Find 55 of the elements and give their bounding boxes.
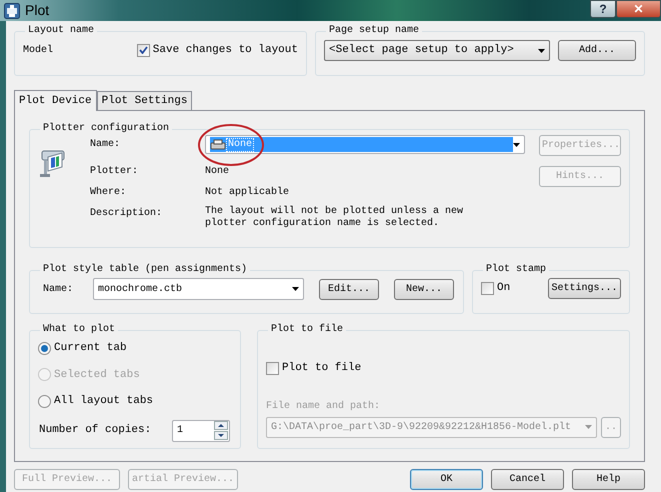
button[interactable]: Help [572, 469, 645, 490]
group-label: Plot style table (pen assignments) [42, 264, 248, 276]
dropdown-value: None [226, 138, 254, 152]
window-title: Plot [25, 1, 50, 20]
radio-button[interactable] [38, 394, 51, 408]
button[interactable]: OK [410, 469, 483, 490]
group-label: Plot to file [270, 324, 344, 336]
caret-icon [585, 425, 592, 429]
button[interactable]: Add... [558, 40, 636, 61]
radio-label: Selected tabs [54, 368, 140, 382]
field-value: None [205, 165, 230, 179]
radio-label: All layout tabs [54, 394, 154, 409]
save-changes-checkbox-label: Save changes to layout [152, 43, 298, 58]
page-setup-dropdown[interactable]: <Select page setup to apply> [324, 40, 550, 61]
spin-up-icon [214, 421, 228, 430]
stamp-on-checkbox[interactable] [481, 282, 494, 295]
group-label: Plot stamp [485, 264, 548, 276]
dropdown-value: <Select page setup to apply> [329, 43, 514, 58]
group-label: Page setup name [328, 25, 420, 37]
help-button[interactable]: ? [590, 0, 616, 18]
radio-button[interactable] [38, 342, 51, 355]
spin-down-icon [214, 431, 228, 440]
dropdown-value: G:\DATA\proe_part\3D-9\92209&92212&H1856-Model.plt [271, 420, 572, 434]
field-label: Name: [42, 282, 74, 296]
caret-icon [292, 287, 299, 291]
button[interactable]: Edit... [319, 278, 379, 300]
tab[interactable]: Plot Device [14, 90, 97, 111]
layout-name-value: Model [23, 44, 54, 58]
field-label: Name: [90, 138, 122, 152]
dropdown-value: monochrome.ctb [98, 282, 182, 296]
button[interactable]: New... [394, 278, 454, 300]
button[interactable]: Settings... [548, 278, 621, 299]
caret-icon [513, 142, 520, 146]
group-label: Layout name [27, 25, 96, 37]
group-label: What to plot [42, 324, 116, 336]
app-icon [4, 2, 20, 18]
tab[interactable]: Plot Settings [96, 91, 192, 110]
plot-to-file-checkbox-label: Plot to file [282, 361, 362, 376]
field-value: The layout will not be plotted unless a new plotter configuration name is selected. [205, 206, 464, 230]
radio-label: Current tab [54, 341, 127, 356]
printer-icon [210, 138, 226, 150]
field-label: Where: [90, 186, 128, 200]
save-changes-checkbox[interactable] [136, 44, 150, 57]
spinner-value: 1 [177, 424, 184, 438]
button[interactable]: Cancel [491, 469, 564, 490]
field-value: Not applicable [205, 186, 290, 200]
copies-spinner[interactable]: 1 [172, 420, 230, 442]
field-label: Plotter: [90, 164, 140, 179]
stamp-on-checkbox-label: On [497, 281, 510, 296]
plot-style-dropdown[interactable]: monochrome.ctb [93, 278, 304, 300]
group-label: Plotter configuration [42, 123, 170, 135]
caret-icon [538, 48, 545, 52]
field-label: File name and path: [266, 400, 382, 414]
field-label: Number of copies: [38, 423, 152, 438]
field-label: Description: [90, 206, 164, 221]
